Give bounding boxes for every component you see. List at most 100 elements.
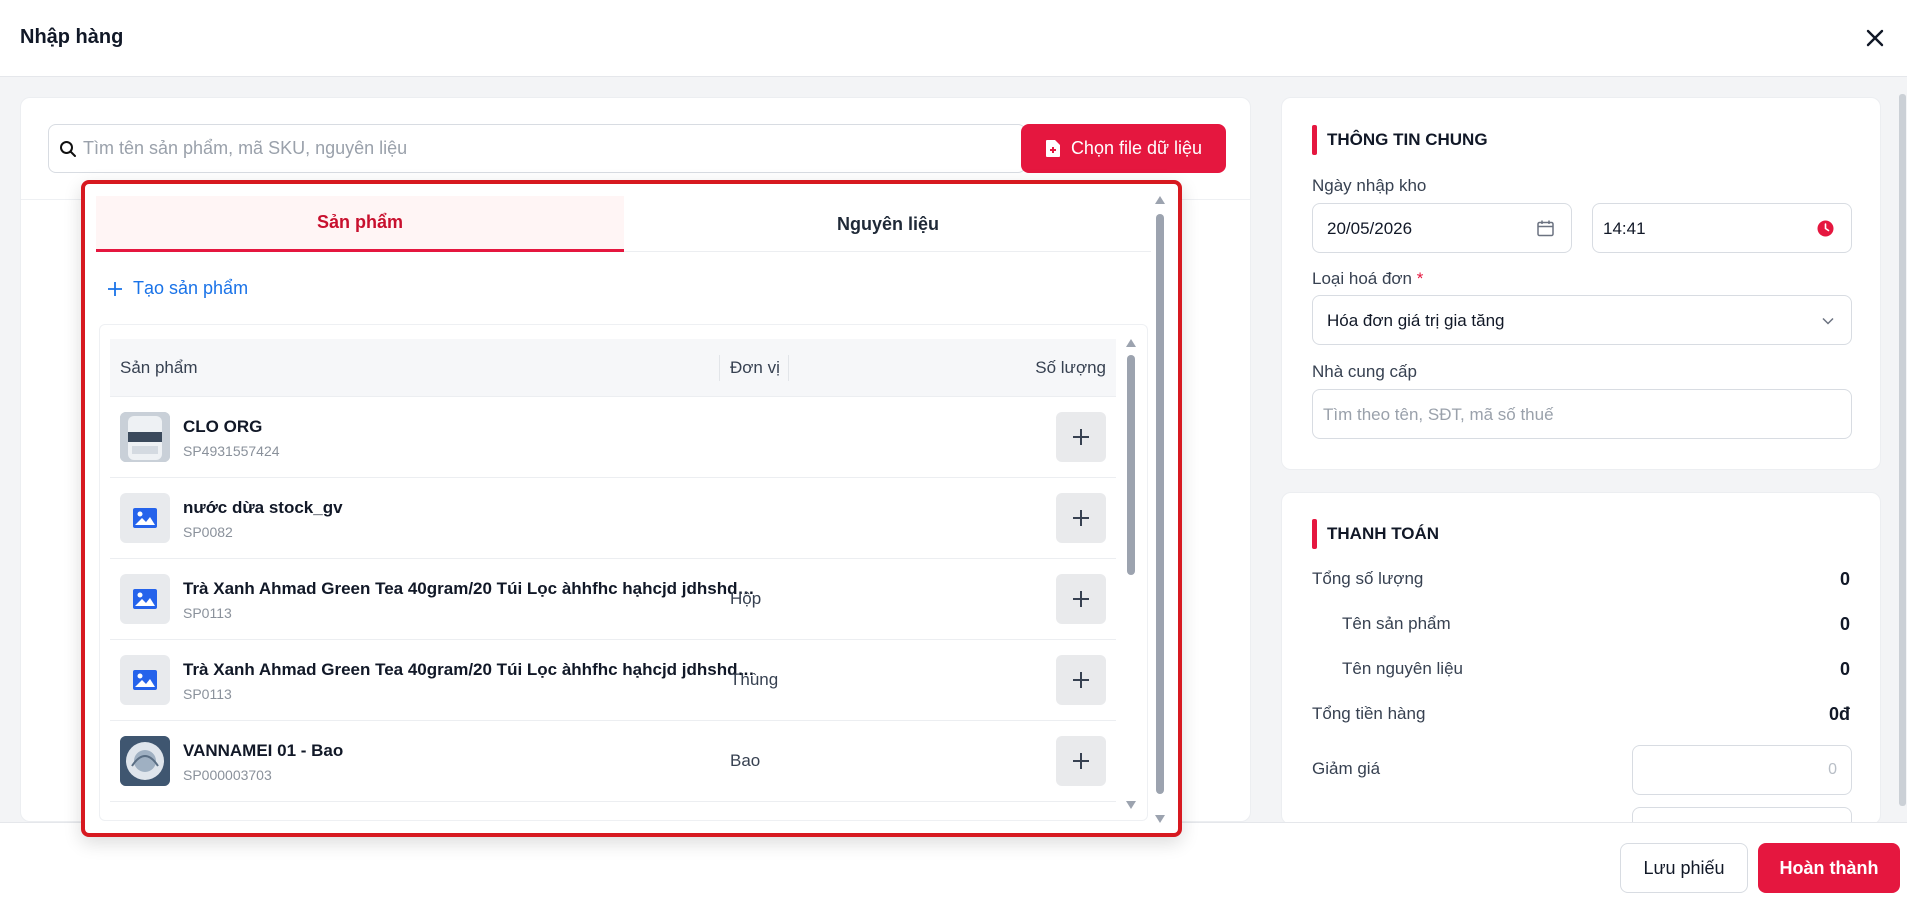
product-thumbnail <box>120 574 170 624</box>
invoice-select[interactable]: Hóa đơn giá trị gia tăng <box>1312 295 1852 345</box>
total-qty-label: Tổng số lượng <box>1312 569 1424 588</box>
product-name: nước dừa stock_gv <box>183 498 343 517</box>
plus-icon <box>108 281 122 296</box>
payment-title: THANH TOÁN <box>1312 519 1439 549</box>
product-table: Sản phẩm Đơn vị Số lượng CLO ORG SP49315… <box>99 324 1148 821</box>
invoice-value: Hóa đơn giá trị gia tăng <box>1327 311 1505 330</box>
invoice-label-text: Loại hoá đơn <box>1312 269 1413 288</box>
choose-file-label: Chọn file dữ liệu <box>1070 138 1203 158</box>
product-name: Trà Xanh Ahmad Green Tea 40gram/20 Túi L… <box>183 579 763 598</box>
clock-icon[interactable] <box>1816 219 1835 238</box>
total-goods-value: 0đ <box>1828 704 1850 724</box>
total-goods-row: Tổng tiền hàng 0đ <box>1312 704 1850 724</box>
modal-title: Nhập hàng <box>20 26 124 48</box>
supplier-input[interactable]: Tìm theo tên, SĐT, mã số thuế <box>1312 389 1852 439</box>
product-thumbnail <box>120 655 170 705</box>
column-quantity: Số lượng <box>1035 358 1106 377</box>
page-scrollbar-thumb[interactable] <box>1899 94 1906 806</box>
modal-header: Nhập hàng <box>0 0 1907 77</box>
product-unit: Thùng <box>730 670 779 689</box>
product-sku: SP0113 <box>183 605 232 621</box>
create-product-link[interactable]: Tạo sản phẩm <box>107 278 248 299</box>
product-name: CLO ORG <box>183 417 263 436</box>
scroll-up-arrow-icon[interactable] <box>1155 196 1165 204</box>
product-unit: Hộp <box>730 589 762 608</box>
plus-icon <box>1073 429 1089 445</box>
column-unit: Đơn vị <box>730 358 780 377</box>
date-field[interactable]: 20/05/2026 <box>1312 203 1572 253</box>
create-product-label: Tạo sản phẩm <box>133 278 249 298</box>
scroll-down-arrow-icon[interactable] <box>1126 801 1136 809</box>
product-photo <box>120 412 170 462</box>
time-value: 14:41 <box>1603 219 1646 238</box>
tab-materials[interactable]: Nguyên liệu <box>624 196 1152 252</box>
time-field[interactable]: 14:41 <box>1592 203 1852 253</box>
general-info-title: THÔNG TIN CHUNG <box>1312 125 1488 155</box>
discount-value: 0 <box>1828 761 1837 778</box>
table-row[interactable]: Trà Xanh Ahmad Green Tea 40gram/20 Túi L… <box>110 640 1116 721</box>
product-name: VANNAMEI 01 - Bao <box>183 741 344 760</box>
file-add-icon <box>1045 140 1060 157</box>
product-unit: Bao <box>730 751 761 770</box>
table-row[interactable]: nước dừa stock_gv SP0082 <box>110 478 1116 559</box>
product-count-value: 0 <box>1839 614 1850 634</box>
calendar-icon[interactable] <box>1536 219 1555 238</box>
dropdown-scrollbar[interactable] <box>1153 196 1167 823</box>
date-label: Ngày nhập kho <box>1312 176 1427 195</box>
product-thumbnail <box>120 493 170 543</box>
product-thumbnail <box>120 412 170 462</box>
add-button[interactable] <box>1056 655 1106 705</box>
product-sku: SP000003703 <box>183 767 272 783</box>
complete-button[interactable]: Hoàn thành <box>1758 843 1900 893</box>
required-marker: * <box>1416 269 1424 288</box>
column-product: Sản phẩm <box>120 358 198 377</box>
discount-input[interactable]: 0 <box>1632 745 1852 795</box>
page-scrollbar[interactable] <box>1898 80 1907 820</box>
payment-card: THANH TOÁN Tổng số lượng 0 Tên sản phẩm … <box>1281 492 1881 827</box>
chevron-down-icon <box>1822 317 1834 325</box>
plus-icon <box>1073 672 1089 688</box>
table-row[interactable]: CLO ORG SP4931557424 <box>110 397 1116 478</box>
material-count-row: Tên nguyên liệu 0 <box>1312 659 1850 679</box>
total-qty-row: Tổng số lượng 0 <box>1312 569 1850 589</box>
close-icon[interactable] <box>1861 24 1889 52</box>
add-button[interactable] <box>1056 574 1106 624</box>
column-divider <box>719 355 720 381</box>
supplier-placeholder: Tìm theo tên, SĐT, mã số thuế <box>1323 405 1554 424</box>
dropdown-scrollbar-thumb[interactable] <box>1156 214 1164 794</box>
image-placeholder-icon <box>133 508 157 528</box>
scroll-down-arrow-icon[interactable] <box>1155 815 1165 823</box>
product-count-label: Tên sản phẩm <box>1342 614 1451 633</box>
table-row[interactable]: VANNAMEI 01 - Bao SP000003703 Bao <box>110 721 1116 802</box>
discount-label: Giảm giá <box>1312 759 1381 778</box>
dropdown-tabs: Sản phẩm Nguyên liệu <box>96 196 1151 252</box>
image-placeholder-icon <box>133 589 157 609</box>
table-scrollbar[interactable] <box>1124 339 1138 809</box>
table-scrollbar-thumb[interactable] <box>1127 355 1135 575</box>
add-button[interactable] <box>1056 412 1106 462</box>
product-count-row: Tên sản phẩm 0 <box>1312 614 1850 634</box>
plus-icon <box>1073 510 1089 526</box>
invoice-label: Loại hoá đơn * <box>1312 269 1423 289</box>
material-count-value: 0 <box>1839 659 1850 679</box>
total-qty-value: 0 <box>1839 569 1850 589</box>
search-input[interactable] <box>83 125 1013 172</box>
column-divider <box>788 355 789 381</box>
table-row[interactable]: Trà Xanh Ahmad Green Tea 40gram/20 Túi L… <box>110 559 1116 640</box>
product-search-dropdown: Sản phẩm Nguyên liệu Tạo sản phẩm Sản ph… <box>81 180 1182 837</box>
product-photo <box>120 736 170 786</box>
date-value: 20/05/2026 <box>1327 219 1413 238</box>
product-sku: SP0113 <box>183 686 232 702</box>
search-box[interactable] <box>48 124 1026 173</box>
choose-file-button[interactable]: Chọn file dữ liệu <box>1021 124 1226 173</box>
add-button[interactable] <box>1056 736 1106 786</box>
tab-products[interactable]: Sản phẩm <box>96 196 624 252</box>
add-button[interactable] <box>1056 493 1106 543</box>
scroll-up-arrow-icon[interactable] <box>1126 339 1136 347</box>
material-count-label: Tên nguyên liệu <box>1342 659 1463 678</box>
product-sku: SP4931557424 <box>183 443 280 459</box>
image-placeholder-icon <box>133 670 157 690</box>
product-thumbnail <box>120 736 170 786</box>
save-draft-button[interactable]: Lưu phiếu <box>1620 843 1748 893</box>
plus-icon <box>1073 753 1089 769</box>
